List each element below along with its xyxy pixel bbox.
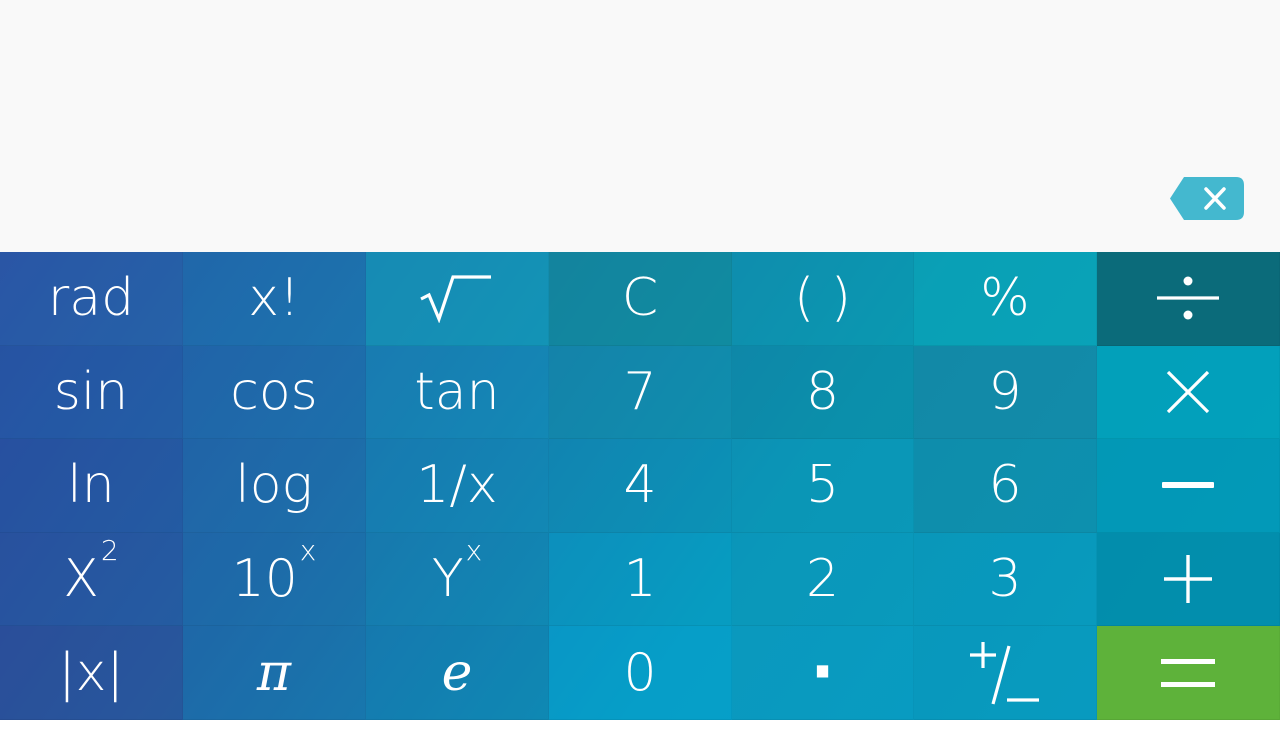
plus-minus-icon	[965, 638, 1045, 708]
key-six[interactable]: 6	[914, 439, 1097, 533]
key-label: 8	[805, 361, 840, 422]
key-plus-minus[interactable]	[914, 626, 1097, 720]
key-sqrt[interactable]	[366, 252, 549, 346]
minus-icon	[1162, 479, 1214, 491]
key-reciprocal[interactable]: 1/x	[366, 439, 549, 533]
backspace-icon	[1170, 177, 1244, 220]
key-label: x!	[248, 268, 300, 329]
key-label: X2	[63, 533, 119, 610]
calculator-app: rad x! C ( )% sin cos tan 7 8 9 ln log 1/x 4 5 6 X2 10x Yx…	[0, 0, 1280, 736]
equals-icon	[1161, 656, 1215, 690]
divide-icon	[1153, 273, 1223, 323]
key-zero[interactable]: 0	[549, 626, 732, 720]
key-label: 3	[988, 549, 1022, 610]
plus-icon	[1162, 553, 1214, 605]
key-divide[interactable]	[1097, 252, 1280, 346]
key-ln[interactable]: ln	[0, 439, 183, 533]
key-euler[interactable]: e	[366, 626, 549, 720]
key-minus[interactable]	[1097, 439, 1280, 533]
key-label: π	[256, 642, 292, 703]
bottom-strip	[0, 720, 1280, 736]
key-nine[interactable]: 9	[914, 345, 1097, 440]
key-label: 0	[623, 642, 657, 703]
key-plus[interactable]	[1097, 532, 1280, 627]
key-label: rad	[47, 268, 135, 329]
key-label: tan	[414, 361, 500, 422]
key-eight[interactable]: 8	[732, 345, 914, 440]
calculator-keypad: rad x! C ( )% sin cos tan 7 8 9 ln log 1/x 4 5 6 X2 10x Yx…	[0, 252, 1280, 720]
key-decimal[interactable]: ·	[732, 626, 914, 720]
key-label: ·	[810, 635, 835, 710]
key-label: e	[441, 642, 473, 703]
key-factorial[interactable]: x!	[183, 252, 366, 346]
square-root-icon	[417, 273, 497, 324]
key-percent[interactable]: %	[914, 252, 1097, 346]
multiply-icon	[1163, 367, 1213, 417]
key-label: ( )	[793, 268, 852, 329]
key-label: Yx	[431, 533, 483, 610]
key-y-power[interactable]: Yx	[366, 532, 549, 627]
key-label: 1/x	[416, 455, 498, 516]
key-tan[interactable]: tan	[366, 345, 549, 440]
key-two[interactable]: 2	[732, 532, 914, 627]
key-label: ln	[67, 455, 115, 516]
key-label: cos	[230, 361, 318, 422]
key-abs[interactable]: |x|	[0, 626, 183, 720]
key-label: 9	[988, 361, 1022, 422]
key-log[interactable]: log	[183, 439, 366, 533]
key-cos[interactable]: cos	[183, 345, 366, 440]
key-pi[interactable]: π	[183, 626, 366, 720]
key-label: 4	[623, 455, 657, 516]
key-label: C	[621, 268, 659, 329]
key-label: 2	[805, 549, 840, 610]
key-seven[interactable]: 7	[549, 345, 732, 440]
key-label: 5	[805, 455, 840, 516]
key-paren[interactable]: ( )	[732, 252, 914, 346]
key-sin[interactable]: sin	[0, 345, 183, 440]
key-four[interactable]: 4	[549, 439, 732, 533]
key-ten-power[interactable]: 10x	[183, 532, 366, 627]
key-five[interactable]: 5	[732, 439, 914, 533]
key-label: log	[235, 455, 313, 516]
key-equals[interactable]	[1097, 626, 1280, 720]
key-label: |x|	[58, 642, 124, 703]
key-rad[interactable]: rad	[0, 252, 183, 346]
calculator-display	[0, 0, 1280, 252]
key-label: 1	[623, 549, 657, 610]
key-square[interactable]: X2	[0, 532, 183, 627]
key-label: %	[980, 268, 1030, 329]
key-one[interactable]: 1	[549, 532, 732, 627]
key-multiply[interactable]	[1097, 345, 1280, 440]
backspace-button[interactable]	[1170, 177, 1244, 220]
key-label: 10x	[231, 533, 317, 610]
key-clear[interactable]: C	[549, 252, 732, 346]
key-label: 6	[988, 455, 1022, 516]
key-label: 7	[623, 361, 657, 422]
key-label: sin	[53, 361, 129, 422]
key-three[interactable]: 3	[914, 532, 1097, 627]
